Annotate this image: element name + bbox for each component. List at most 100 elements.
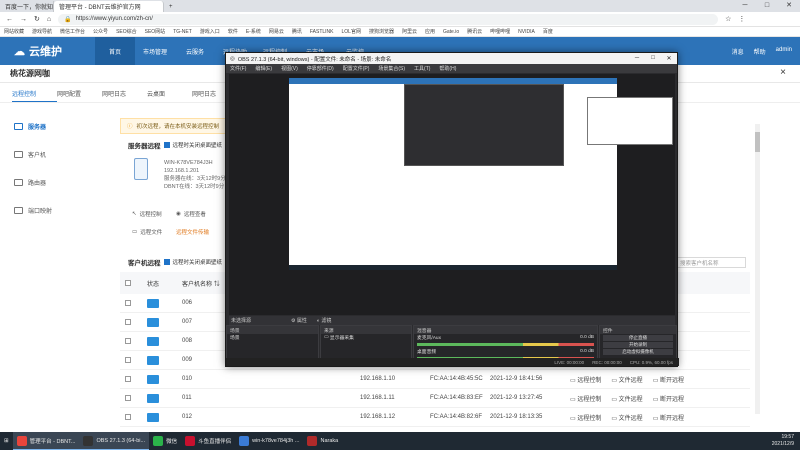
row-checkbox[interactable] bbox=[125, 376, 131, 382]
row-action-button[interactable]: ▭ 文件远程 bbox=[611, 375, 642, 384]
select-all-checkbox[interactable] bbox=[125, 280, 131, 286]
server-wallpaper-checkbox[interactable] bbox=[163, 142, 170, 148]
bookmark-item[interactable]: LOL官网 bbox=[342, 28, 361, 35]
bookmark-item[interactable]: 公众号 bbox=[93, 28, 108, 35]
bookmark-item[interactable]: 微信工作台 bbox=[60, 28, 85, 35]
row-action-button[interactable]: ▭ 远程控制 bbox=[570, 375, 601, 384]
bookmark-item[interactable]: E-系统 bbox=[246, 28, 261, 35]
remote-control-button[interactable]: ↖ 远程控制 bbox=[132, 210, 162, 218]
back-icon[interactable]: ← bbox=[6, 16, 13, 23]
remote-view-button[interactable]: ◉ 远程查看 bbox=[176, 210, 206, 218]
table-row[interactable]: 012 192.168.1.12 FC:AA:14:4B:82:6F 2021-12-… bbox=[120, 408, 750, 427]
user-menu-item[interactable]: 帮助 bbox=[754, 47, 766, 56]
scroll-thumb[interactable] bbox=[755, 132, 760, 152]
obs-control-button[interactable]: 开始录制 bbox=[603, 342, 673, 348]
page-scrollbar[interactable] bbox=[755, 124, 760, 414]
row-action-button[interactable]: ▭ 文件远程 bbox=[611, 413, 642, 422]
user-menu-item[interactable]: admin bbox=[776, 47, 792, 56]
home-icon[interactable]: ⌂ bbox=[47, 16, 51, 23]
sidebar-item[interactable]: 路由器 bbox=[0, 168, 110, 196]
obs-menu-item[interactable]: 场景集合(S) bbox=[378, 65, 405, 72]
nav-item[interactable]: 市场管理 bbox=[135, 37, 175, 65]
obs-menu-item[interactable]: 文件(F) bbox=[230, 65, 246, 72]
row-action-button[interactable]: ▭ 断开远程 bbox=[653, 394, 684, 403]
file-transfer-button[interactable]: 远程文件传输 bbox=[176, 228, 209, 236]
url-field[interactable]: 🔒 https://www.yiyun.com/zh-cn/ bbox=[58, 13, 719, 25]
bookmark-item[interactable]: 应用 bbox=[425, 28, 435, 35]
bookmark-item[interactable]: FASTLINK bbox=[310, 29, 334, 35]
row-action-button[interactable]: ▭ 文件远程 bbox=[611, 394, 642, 403]
sub-tab[interactable]: 云桌面 bbox=[147, 89, 192, 102]
row-checkbox[interactable] bbox=[125, 338, 131, 344]
obs-control-button[interactable]: 停止直播 bbox=[603, 335, 673, 341]
obs-menu-item[interactable]: 编辑(E) bbox=[255, 65, 272, 72]
table-row[interactable]: 010 192.168.1.10 FC:AA:14:4B:45:5C 2021-12-… bbox=[120, 370, 750, 389]
minimize-button[interactable]: ─ bbox=[734, 0, 756, 12]
forward-icon[interactable]: → bbox=[20, 16, 27, 23]
app-logo[interactable]: ☁ 云维护 bbox=[0, 43, 95, 59]
user-menu-item[interactable]: 消息 bbox=[732, 47, 744, 56]
taskbar-item[interactable]: Naraka bbox=[303, 432, 342, 450]
bookmark-item[interactable]: 腾讯云 bbox=[467, 28, 482, 35]
bookmark-item[interactable]: 软件 bbox=[228, 28, 238, 35]
close-window-button[interactable]: ✕ bbox=[778, 0, 800, 12]
obs-menu-item[interactable]: 配置文件(P) bbox=[343, 65, 370, 72]
bookmark-item[interactable]: Gate.io bbox=[443, 29, 459, 35]
bookmark-item[interactable]: TG-NET bbox=[173, 29, 192, 35]
sub-tab[interactable]: 网吧日志 bbox=[102, 89, 147, 102]
properties-button[interactable]: ⚙ 属性 bbox=[291, 317, 307, 324]
maximize-button[interactable]: □ bbox=[756, 0, 778, 12]
nav-item[interactable]: 云服务 bbox=[175, 37, 215, 65]
taskbar-item[interactable]: OBS 27.1.3 (64-bi... bbox=[79, 432, 150, 450]
bookmark-item[interactable]: 游戏入口 bbox=[200, 28, 220, 35]
row-action-button[interactable]: ▭ 断开远程 bbox=[653, 413, 684, 422]
bookmark-item[interactable]: 哔哩哔哩 bbox=[490, 28, 510, 35]
obs-close-button[interactable]: ✕ bbox=[661, 55, 677, 62]
row-action-button[interactable]: ▭ 远程控制 bbox=[570, 413, 601, 422]
taskbar-clock[interactable]: 19:57 2021/12/9 bbox=[772, 434, 800, 448]
bookmark-item[interactable]: 腾讯 bbox=[292, 28, 302, 35]
remote-file-button[interactable]: ▭ 远程文件 bbox=[132, 228, 162, 236]
row-checkbox[interactable] bbox=[125, 395, 131, 401]
new-tab-button[interactable]: + bbox=[164, 1, 182, 12]
obs-menu-item[interactable]: 停靠部件(D) bbox=[307, 65, 334, 72]
bookmark-item[interactable]: SEO网站 bbox=[145, 28, 166, 35]
browser-tab[interactable]: 百度一下，你就知道 bbox=[0, 1, 54, 12]
star-icon[interactable]: ☆ bbox=[725, 15, 731, 23]
row-checkbox[interactable] bbox=[125, 414, 131, 420]
bookmark-item[interactable]: 搜狗浏览器 bbox=[369, 28, 394, 35]
reload-icon[interactable]: ↻ bbox=[34, 15, 40, 23]
bookmark-item[interactable]: 百度 bbox=[543, 28, 553, 35]
row-action-button[interactable]: ▭ 远程控制 bbox=[570, 394, 601, 403]
obs-menu-item[interactable]: 帮助(H) bbox=[439, 65, 456, 72]
sidebar-item[interactable]: 服务器 bbox=[0, 112, 110, 140]
bookmark-item[interactable]: NVIDIA bbox=[518, 29, 535, 35]
bookmark-item[interactable]: SEO综合 bbox=[116, 28, 137, 35]
row-checkbox[interactable] bbox=[125, 300, 131, 306]
obs-maximize-button[interactable]: □ bbox=[645, 55, 661, 62]
client-search-input[interactable]: 搜索客户机名称 bbox=[676, 257, 746, 268]
bookmark-item[interactable]: 游戏导航 bbox=[32, 28, 52, 35]
sidebar-item[interactable]: 端口映射 bbox=[0, 196, 110, 224]
taskbar-item[interactable]: 管理平台 - DBNT... bbox=[12, 432, 80, 450]
start-button[interactable]: ⊞ bbox=[0, 432, 13, 450]
sub-tab[interactable]: 远程控制 bbox=[12, 89, 57, 102]
obs-menu-item[interactable]: 工具(T) bbox=[414, 65, 430, 72]
client-wallpaper-checkbox[interactable] bbox=[163, 259, 170, 265]
sub-tab[interactable]: 网吧配置 bbox=[57, 89, 102, 102]
menu-icon[interactable]: ⋮ bbox=[738, 15, 745, 23]
source-item[interactable]: ▭ 显示器采集 bbox=[321, 334, 411, 341]
filters-button[interactable]: ◐ 滤镜 bbox=[317, 317, 331, 324]
taskbar-item[interactable]: 斗鱼直播伴侣 bbox=[181, 432, 235, 450]
bookmark-item[interactable]: 网易云 bbox=[269, 28, 284, 35]
browser-tab-active[interactable]: 管理平台 - DBNT云维护官方网 bbox=[54, 1, 164, 12]
obs-minimize-button[interactable]: ─ bbox=[629, 55, 645, 62]
nav-item[interactable]: 首页 bbox=[95, 37, 135, 65]
table-row[interactable]: 011 192.168.1.11 FC:AA:14:4B:83:EF 2021-12-… bbox=[120, 389, 750, 408]
row-checkbox[interactable] bbox=[125, 319, 131, 325]
obs-menu-item[interactable]: 视图(V) bbox=[281, 65, 298, 72]
row-action-button[interactable]: ▭ 断开远程 bbox=[653, 375, 684, 384]
sidebar-item[interactable]: 客户机 bbox=[0, 140, 110, 168]
taskbar-item[interactable]: 微信 bbox=[149, 432, 181, 450]
taskbar-item[interactable]: win-k78ve784j3h ... bbox=[235, 432, 303, 450]
